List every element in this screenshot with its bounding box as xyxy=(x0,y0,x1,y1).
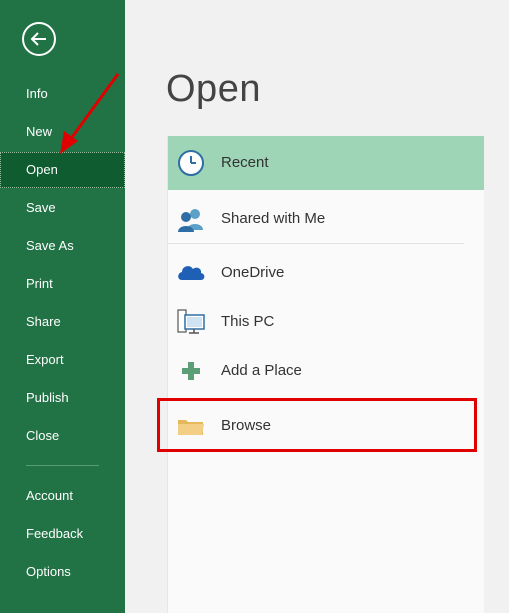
annotation-arrow xyxy=(60,73,120,154)
